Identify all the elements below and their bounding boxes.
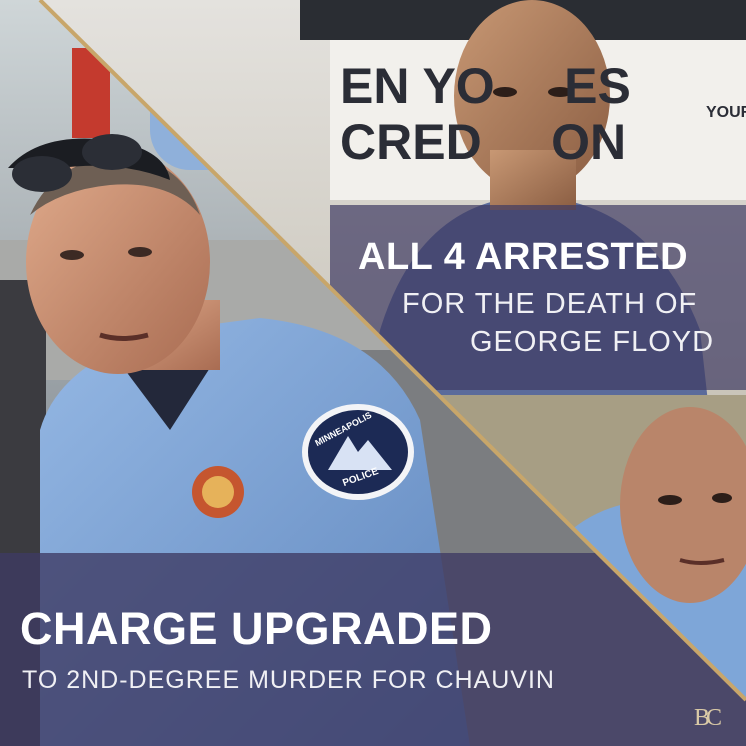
sign-line-1: EN YO ES — [340, 58, 631, 114]
sign-small-text: YOUR — [706, 104, 746, 121]
subline-george-floyd: GEORGE FLOYD — [470, 326, 715, 358]
headline-charge-upgraded: CHARGE UPGRADED — [20, 603, 493, 654]
headline-arrested: ALL 4 ARRESTED — [358, 236, 689, 278]
meme-collage: EN YO ES CRED ON YOUR MINNEAPOLIS POLICE… — [0, 0, 746, 746]
truck-sign: EN YO ES CRED ON — [340, 58, 680, 170]
subline-death-of: FOR THE DEATH OF — [402, 288, 698, 320]
subline-murder-chauvin: TO 2ND-DEGREE MURDER FOR CHAUVIN — [22, 666, 555, 694]
bc-logo: BC — [693, 705, 722, 731]
sign-line-2: CRED ON — [340, 114, 627, 170]
